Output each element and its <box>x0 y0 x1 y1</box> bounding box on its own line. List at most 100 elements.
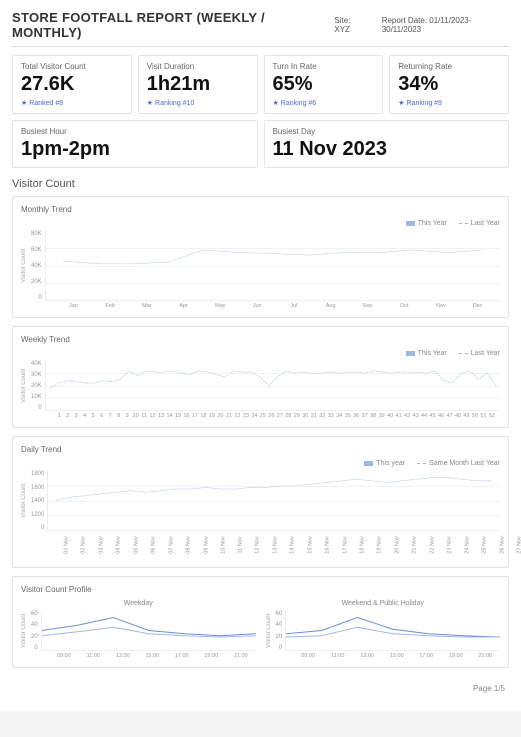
x-tick: 3 <box>72 413 80 419</box>
x-tick: 44 <box>420 413 428 419</box>
x-tick: 22 <box>233 413 241 419</box>
kpi-label: Visit Duration <box>147 62 249 71</box>
x-tick: 13 <box>157 413 165 419</box>
x-tick: 16 <box>182 413 190 419</box>
x-tick: Jul <box>276 303 313 309</box>
x-tick: 03 Nov <box>99 536 113 553</box>
x-tick: 10 <box>131 413 139 419</box>
kpi-label: Returning Rate <box>398 62 500 71</box>
x-tick: 42 <box>403 413 411 419</box>
x-tick: 11 <box>140 413 148 419</box>
kpi-card: Returning Rate 34% ★Ranking #9 <box>389 55 509 114</box>
x-tick: Apr <box>165 303 202 309</box>
y-axis: 6040200 <box>276 611 286 651</box>
x-tick: 17:00 <box>167 653 197 659</box>
x-tick: 25 Nov <box>482 536 496 553</box>
x-tick: Nov <box>423 303 460 309</box>
x-tick: 46 <box>437 413 445 419</box>
chart-panel-monthly: Monthly Trend This Year Last Year Visito… <box>12 196 509 318</box>
x-tick: 45 <box>428 413 436 419</box>
busiest-row: Busiest Hour 1pm-2pm Busiest Day 11 Nov … <box>12 120 509 168</box>
x-tick: 01 Nov <box>64 536 78 553</box>
y-axis-label: Visitor Count <box>21 231 27 301</box>
x-tick: 09:00 <box>294 653 324 659</box>
x-tick: 36 <box>352 413 360 419</box>
x-tick: May <box>202 303 239 309</box>
x-tick: 7 <box>106 413 114 419</box>
subchart-title: Weekend & Public Holiday <box>266 600 501 607</box>
y-axis: 40K30K20K10K0 <box>31 361 45 411</box>
x-tick: 11:00 <box>79 653 109 659</box>
x-tick: 32 <box>318 413 326 419</box>
x-tick: 48 <box>454 413 462 419</box>
x-tick: 08 Nov <box>186 536 200 553</box>
y-axis: 6040200 <box>31 611 41 651</box>
plot-area <box>41 611 256 651</box>
x-tick: 43 <box>411 413 419 419</box>
x-tick: 23 Nov <box>447 536 461 553</box>
chart-panel-daily: Daily Trend This year Same Month Last Ye… <box>12 436 509 568</box>
x-tick: 41 <box>394 413 402 419</box>
x-tick: 23 <box>242 413 250 419</box>
x-tick: 19 <box>208 413 216 419</box>
chart-title: Visitor Count Profile <box>21 585 500 594</box>
plot-area <box>47 471 500 531</box>
kpi-value: 65% <box>273 73 375 96</box>
x-tick: 07 Nov <box>168 536 182 553</box>
chart-title: Monthly Trend <box>21 205 500 214</box>
x-tick: 37 <box>360 413 368 419</box>
x-tick: 22 Nov <box>430 536 444 553</box>
kpi-label: Turn In Rate <box>273 62 375 71</box>
x-tick: 19:00 <box>197 653 227 659</box>
x-tick: 31 <box>310 413 318 419</box>
x-tick: 2 <box>63 413 71 419</box>
kpi-rank: ★Ranking #6 <box>273 99 375 107</box>
x-tick: 40 <box>386 413 394 419</box>
x-tick: 29 <box>293 413 301 419</box>
page-footer: Page 1/5 <box>12 676 509 701</box>
x-tick: 50 <box>471 413 479 419</box>
x-tick: 9 <box>123 413 131 419</box>
x-tick: 8 <box>114 413 122 419</box>
x-tick: 06 Nov <box>151 536 165 553</box>
x-tick: 30 <box>301 413 309 419</box>
y-axis: 80K60K40K20K0 <box>31 231 45 301</box>
y-axis-label: Visitor Count <box>266 611 272 651</box>
x-tick: 24 Nov <box>464 536 478 553</box>
chart-title: Daily Trend <box>21 445 500 454</box>
x-tick: 16 Nov <box>325 536 339 553</box>
x-tick: 11 Nov <box>238 536 252 553</box>
busiest-day-value: 11 Nov 2023 <box>273 138 501 161</box>
x-tick: 5 <box>89 413 97 419</box>
x-tick: 19 Nov <box>377 536 391 553</box>
x-tick: Jun <box>239 303 276 309</box>
x-tick: 18 Nov <box>360 536 374 553</box>
plot-area <box>45 361 500 411</box>
page: STORE FOOTFALL REPORT (WEEKLY / MONTHLY)… <box>0 0 521 711</box>
x-tick: 13 Nov <box>273 536 287 553</box>
x-tick: 38 <box>369 413 377 419</box>
star-icon: ★ <box>398 100 404 107</box>
x-tick: 14 Nov <box>290 536 304 553</box>
plot-area <box>45 231 500 301</box>
x-tick: 27 <box>276 413 284 419</box>
x-tick: 26 <box>267 413 275 419</box>
x-tick: 15 Nov <box>307 536 321 553</box>
busiest-day-label: Busiest Day <box>273 127 501 136</box>
kpi-card: Visit Duration 1h21m ★Ranking #10 <box>138 55 258 114</box>
chart-legend: This Year Last Year <box>21 220 500 227</box>
x-tick: 21:00 <box>471 653 501 659</box>
x-tick: 13:00 <box>353 653 383 659</box>
x-tick: 25 <box>259 413 267 419</box>
busiest-hour-card: Busiest Hour 1pm-2pm <box>12 120 258 168</box>
x-tick: 47 <box>445 413 453 419</box>
kpi-card: Total Visitor Count 27.6K ★Ranked #8 <box>12 55 132 114</box>
x-tick: 35 <box>343 413 351 419</box>
x-tick: 1 <box>55 413 63 419</box>
busiest-hour-label: Busiest Hour <box>21 127 249 136</box>
x-tick: Feb <box>92 303 129 309</box>
star-icon: ★ <box>21 100 27 107</box>
x-tick: 19:00 <box>441 653 471 659</box>
x-tick: 24 <box>250 413 258 419</box>
star-icon: ★ <box>273 100 279 107</box>
